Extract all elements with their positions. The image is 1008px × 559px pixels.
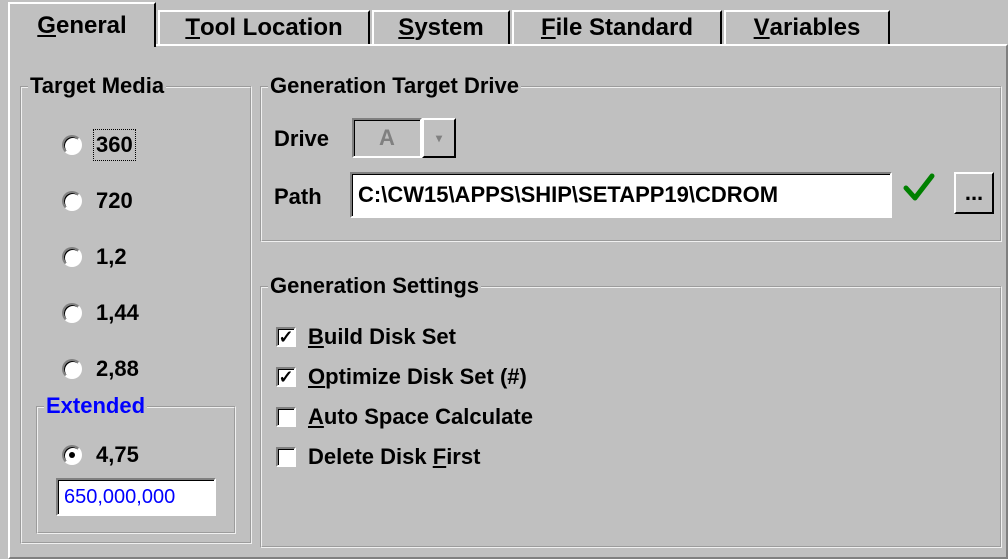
delete-disk-first-prefix: Delete Disk	[308, 444, 433, 469]
general-tab-page: Target Media 360 720 1,2 1,44 2,88 Exten…	[8, 44, 1008, 559]
radio-button[interactable]	[62, 191, 82, 211]
build-disk-set-accel: B	[308, 324, 324, 349]
path-input[interactable]: C:\CW15\APPS\SHIP\SETAPP19\CDROM	[350, 172, 892, 218]
radio-button[interactable]	[62, 359, 82, 379]
drive-dropdown-button[interactable]: ▾	[422, 118, 456, 158]
tab-file-standard-accel: F	[540, 14, 556, 41]
radio-label-1-2: 1,2	[96, 244, 127, 269]
checkbox-unchecked[interactable]	[276, 407, 296, 427]
checkbox-checked[interactable]: ✓	[276, 367, 296, 387]
radio-label-720: 720	[96, 188, 133, 213]
path-label: Path	[274, 184, 322, 209]
radio-4-75[interactable]: 4,75	[62, 442, 139, 468]
drive-label: Drive	[274, 126, 330, 151]
tab-system-accel: S	[398, 14, 415, 41]
generation-settings-title: Generation Settings	[268, 273, 482, 298]
radio-label-360: 360	[93, 129, 136, 161]
target-media-title: Target Media	[28, 73, 167, 98]
radio-button-selected[interactable]	[62, 445, 82, 465]
radio-button[interactable]	[62, 303, 82, 323]
tab-tool-location[interactable]: Tool Location	[158, 10, 370, 44]
tab-general[interactable]: General	[8, 2, 156, 47]
delete-disk-first-rest: irst	[446, 444, 481, 469]
radio-label-1-44: 1,44	[96, 300, 139, 325]
radio-button[interactable]	[62, 247, 82, 267]
target-drive-group	[260, 86, 1002, 242]
radio-720[interactable]: 720	[62, 188, 133, 214]
tab-system[interactable]: System	[372, 10, 510, 44]
chevron-down-icon: ▾	[435, 131, 443, 145]
checkmark-icon	[902, 170, 936, 209]
optimize-disk-set-checkbox[interactable]: ✓ Optimize Disk Set (#)	[276, 364, 527, 390]
tab-variables-accel: V	[753, 14, 770, 41]
tab-file-standard[interactable]: File Standard	[512, 10, 722, 44]
auto-space-calculate-accel: A	[308, 404, 324, 429]
tab-general-accel: G	[37, 11, 56, 39]
drive-select[interactable]: A	[352, 118, 422, 158]
radio-2-88[interactable]: 2,88	[62, 356, 139, 382]
radio-label-4-75: 4,75	[96, 442, 139, 467]
tab-system-label: ystem	[414, 14, 484, 41]
tab-variables[interactable]: Variables	[724, 10, 890, 44]
radio-button[interactable]	[62, 135, 82, 155]
delete-disk-first-accel: F	[432, 444, 447, 469]
auto-space-calculate-checkbox[interactable]: Auto Space Calculate	[276, 404, 533, 430]
browse-button[interactable]: ...	[954, 172, 994, 214]
extended-size-input[interactable]: 650,000,000	[56, 478, 216, 516]
tab-general-label: eneral	[55, 11, 127, 39]
auto-space-calculate-label: uto Space Calculate	[323, 404, 533, 429]
optimize-disk-set-accel: O	[308, 364, 326, 389]
radio-360[interactable]: 360	[62, 129, 136, 161]
delete-disk-first-checkbox[interactable]: Delete Disk First	[276, 444, 480, 470]
target-drive-title: Generation Target Drive	[268, 73, 521, 98]
checkbox-checked[interactable]: ✓	[276, 327, 296, 347]
extended-title: Extended	[44, 393, 148, 418]
radio-1-2[interactable]: 1,2	[62, 244, 127, 270]
optimize-disk-set-label: ptimize Disk Set (#)	[325, 364, 527, 389]
tab-variables-label: ariables	[769, 14, 861, 41]
tab-tool-location-accel: T	[185, 14, 200, 41]
build-disk-set-checkbox[interactable]: ✓ Build Disk Set	[276, 324, 456, 350]
radio-1-44[interactable]: 1,44	[62, 300, 139, 326]
checkbox-unchecked[interactable]	[276, 447, 296, 467]
build-disk-set-label: uild Disk Set	[323, 324, 456, 349]
radio-label-2-88: 2,88	[96, 356, 139, 381]
drive-value: A	[379, 125, 395, 150]
tab-file-standard-label: ile Standard	[555, 14, 694, 41]
tab-tool-location-label: ool Location	[200, 14, 343, 41]
